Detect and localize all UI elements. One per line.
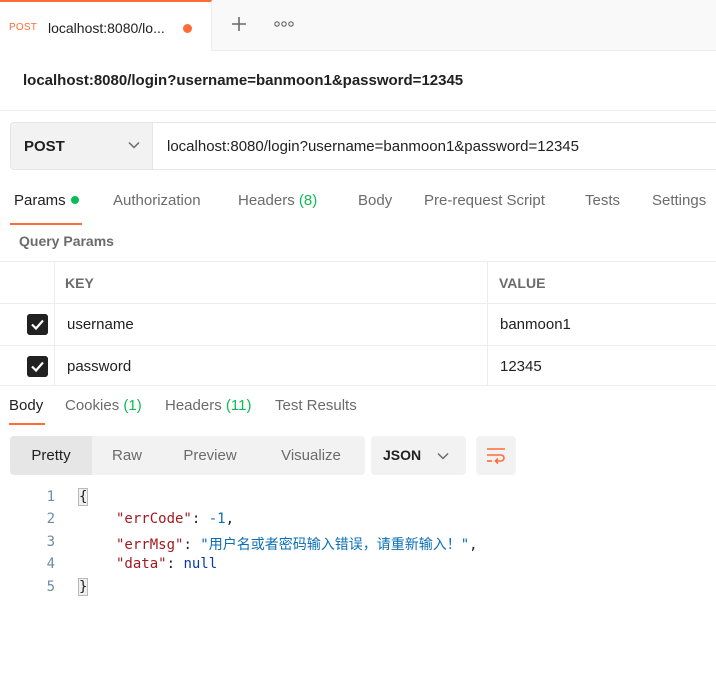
json-key: "data" — [116, 556, 167, 572]
param-key: username — [67, 316, 134, 333]
format-label: JSON — [383, 447, 422, 463]
open-brace: { — [77, 488, 89, 506]
row-check-cell — [0, 304, 55, 345]
value-column-header: VALUE — [499, 275, 546, 291]
json-key: "errMsg" — [116, 537, 184, 553]
tab-authorization[interactable]: Authorization — [113, 192, 201, 209]
param-value: 12345 — [500, 358, 542, 375]
method-select[interactable]: POST — [10, 122, 153, 170]
line-number: 1 — [46, 489, 55, 505]
view-mode-group: Pretty Raw Preview Visualize — [10, 436, 365, 475]
tab-tests[interactable]: Tests — [585, 192, 620, 209]
param-value: banmoon1 — [500, 316, 571, 333]
view-pretty-button[interactable]: Pretty — [10, 436, 92, 475]
param-key: password — [67, 358, 132, 375]
wrap-lines-icon — [487, 448, 505, 465]
wrap-lines-button[interactable] — [476, 436, 516, 475]
close-brace: } — [77, 578, 89, 596]
tab-settings[interactable]: Settings — [652, 192, 706, 209]
cookies-label: Cookies — [65, 397, 120, 414]
code-line: 2 "errCode": -1, — [0, 511, 716, 533]
tab-body[interactable]: Body — [358, 192, 392, 209]
json-comma: , — [469, 537, 478, 553]
json-value: null — [183, 556, 218, 572]
code-line: 3 "errMsg": "用户名或者密码输入错误，请重新输入！", — [0, 534, 716, 556]
header-value-cell: VALUE — [488, 262, 716, 303]
view-raw-button[interactable]: Raw — [96, 436, 158, 475]
table-row: password 12345 — [0, 345, 716, 386]
view-preview-button[interactable]: Preview — [170, 436, 250, 475]
chevron-down-icon — [437, 452, 449, 460]
code-line: 5 } — [0, 578, 716, 601]
json-value: -1 — [208, 511, 226, 527]
key-column-header: KEY — [65, 275, 94, 291]
checkbox-checked-icon[interactable] — [27, 356, 48, 377]
json-colon: : — [183, 537, 201, 553]
request-title[interactable]: localhost:8080/login?username=banmoon1&p… — [23, 72, 463, 89]
plus-icon[interactable] — [229, 14, 249, 34]
url-input[interactable] — [153, 122, 716, 170]
request-tab[interactable]: POST localhost:8080/lo... — [0, 0, 212, 51]
method-label: POST — [24, 138, 65, 155]
tab-strip: POST localhost:8080/lo... — [0, 0, 716, 51]
more-horizontal-icon[interactable] — [274, 19, 294, 29]
tab-headers[interactable]: Headers (8) — [238, 192, 317, 209]
json-colon: : — [166, 556, 184, 572]
query-params-label: Query Params — [19, 233, 114, 249]
unsaved-dot-icon[interactable] — [183, 24, 192, 33]
cookies-count: (1) — [123, 397, 142, 414]
table-header-row: KEY VALUE — [0, 261, 716, 303]
response-headers-label: Headers — [165, 397, 222, 414]
checkbox-checked-icon[interactable] — [27, 314, 48, 335]
header-key-cell: KEY — [55, 262, 488, 303]
format-select[interactable]: JSON — [371, 436, 466, 475]
code-line: 1 { — [0, 488, 716, 511]
active-tab-indicator — [10, 223, 82, 225]
param-value-cell[interactable]: 12345 — [488, 346, 716, 385]
response-headers-count: (11) — [225, 397, 252, 414]
tab-headers-count: (8) — [298, 192, 318, 209]
tab-headers-label: Headers — [238, 192, 295, 209]
tab-params-label: Params — [14, 192, 66, 209]
tab-method-label: POST — [9, 22, 38, 33]
tab-title: localhost:8080/lo... — [48, 20, 165, 36]
line-number: 5 — [46, 579, 55, 595]
row-check-cell — [0, 346, 55, 385]
json-key: "errCode" — [116, 511, 192, 527]
response-tab-body[interactable]: Body — [9, 397, 43, 414]
tab-prerequest-script[interactable]: Pre-request Script — [424, 192, 545, 209]
param-key-cell[interactable]: username — [55, 304, 488, 345]
table-row: username banmoon1 — [0, 303, 716, 345]
json-comma: , — [225, 511, 235, 527]
chevron-down-icon — [128, 141, 140, 149]
response-active-tab-indicator — [9, 423, 45, 425]
json-value: "用户名或者密码输入错误，请重新输入！" — [200, 537, 470, 553]
line-number: 2 — [46, 511, 55, 527]
divider — [0, 110, 716, 111]
tab-params[interactable]: Params — [14, 192, 79, 209]
header-check-cell — [0, 262, 55, 303]
line-number: 4 — [46, 556, 55, 572]
view-visualize-button[interactable]: Visualize — [268, 436, 354, 475]
param-key-cell[interactable]: password — [55, 346, 488, 385]
code-line: 4 "data": null — [0, 556, 716, 578]
response-tab-cookies[interactable]: Cookies (1) — [65, 397, 142, 414]
json-colon: : — [191, 511, 209, 527]
response-tab-test-results[interactable]: Test Results — [275, 397, 357, 414]
params-active-dot-icon — [70, 196, 79, 205]
param-value-cell[interactable]: banmoon1 — [488, 304, 716, 345]
line-number: 3 — [46, 534, 55, 550]
response-tab-headers[interactable]: Headers (11) — [165, 397, 251, 414]
request-tabs: Params Authorization Headers (8) Body Pr… — [0, 186, 716, 226]
